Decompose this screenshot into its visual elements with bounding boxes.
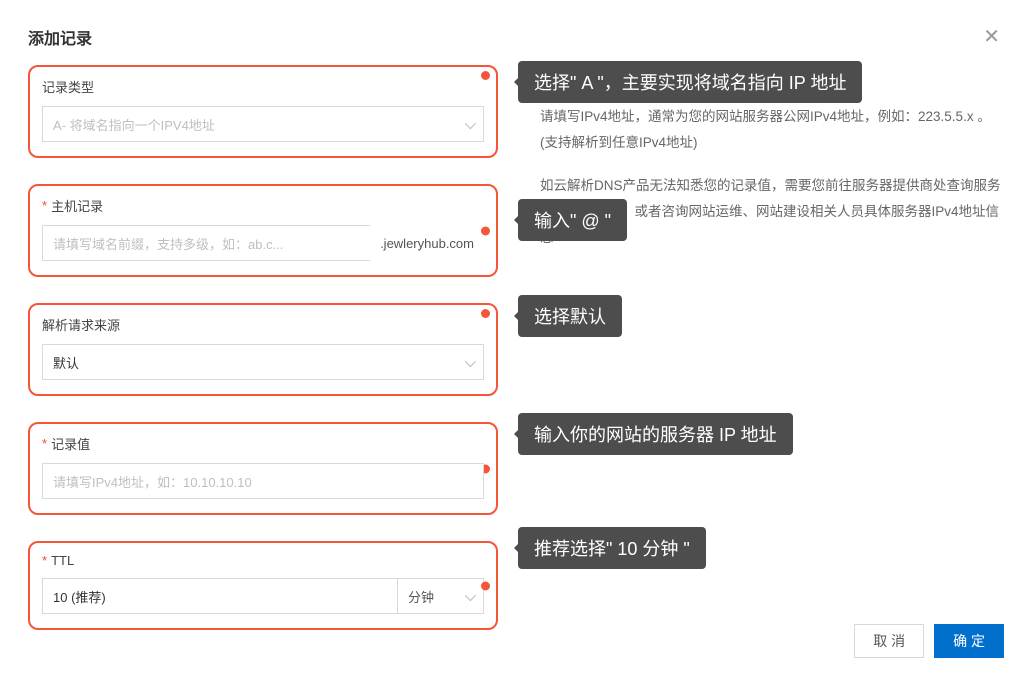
- add-record-dialog: 添加记录 ✕ 记录类型 A- 将域名指向一个IPV4地址 * 主: [0, 0, 1024, 674]
- required-asterisk: *: [42, 553, 47, 568]
- record-type-select[interactable]: A- 将域名指向一个IPV4地址: [42, 106, 484, 142]
- host-record-label: * 主机记录: [42, 196, 484, 215]
- label-text: TTL: [51, 553, 74, 568]
- dialog-header: 添加记录 ✕: [28, 24, 1004, 49]
- chevron-down-icon: [465, 589, 473, 604]
- highlight-dot-icon: [481, 581, 490, 590]
- input-placeholder: 请填写域名前缀，支持多级，如：ab.c...: [53, 234, 283, 253]
- confirm-button[interactable]: 确 定: [934, 624, 1004, 658]
- ttl-unit-value: 分钟: [408, 587, 434, 606]
- highlight-dot-icon: [481, 71, 490, 80]
- form-column: 记录类型 A- 将域名指向一个IPV4地址 * 主机记录 请填写域名前缀，支持多…: [28, 65, 498, 609]
- record-value-group: * 记录值 请填写IPv4地址，如：10.10.10.10: [28, 422, 498, 515]
- host-record-input-wrap: 请填写域名前缀，支持多级，如：ab.c... .jewleryhub.com: [42, 225, 484, 261]
- select-value: 默认: [53, 353, 79, 372]
- ttl-unit-select[interactable]: 分钟: [398, 578, 484, 614]
- record-value-label: * 记录值: [42, 434, 484, 453]
- record-type-label: 记录类型: [42, 77, 484, 96]
- highlight-dot-icon: [481, 226, 490, 235]
- label-text: 记录类型: [42, 77, 94, 96]
- label-text: 解析请求来源: [42, 315, 120, 334]
- tooltip-record-value: 输入你的网站的服务器 IP 地址: [518, 413, 793, 455]
- tooltip-host-record: 输入" @ ": [518, 199, 627, 241]
- request-source-label: 解析请求来源: [42, 315, 484, 334]
- ttl-input[interactable]: 10 (推荐): [42, 578, 398, 614]
- request-source-group: 解析请求来源 默认: [28, 303, 498, 396]
- cancel-button[interactable]: 取 消: [854, 624, 924, 658]
- domain-suffix: .jewleryhub.com: [370, 225, 484, 261]
- label-text: 记录值: [51, 434, 90, 453]
- tooltip-request-source: 选择默认: [518, 295, 622, 337]
- dialog-title: 添加记录: [28, 25, 92, 49]
- dialog-footer: 取 消 确 定: [854, 624, 1004, 658]
- required-asterisk: *: [42, 198, 47, 213]
- ttl-input-wrap: 10 (推荐) 分钟: [42, 578, 484, 614]
- highlight-dot-icon: [481, 309, 490, 318]
- host-record-group: * 主机记录 请填写域名前缀，支持多级，如：ab.c... .jewleryhu…: [28, 184, 498, 277]
- host-record-input[interactable]: 请填写域名前缀，支持多级，如：ab.c...: [42, 225, 370, 261]
- request-source-select[interactable]: 默认: [42, 344, 484, 380]
- input-placeholder: 请填写IPv4地址，如：10.10.10.10: [53, 472, 252, 491]
- label-text: 主机记录: [51, 196, 103, 215]
- select-value: A- 将域名指向一个IPV4地址: [53, 115, 215, 134]
- record-type-group: 记录类型 A- 将域名指向一个IPV4地址: [28, 65, 498, 158]
- required-asterisk: *: [42, 436, 47, 451]
- record-value-input[interactable]: 请填写IPv4地址，如：10.10.10.10: [42, 463, 484, 499]
- tooltip-ttl: 推荐选择" 10 分钟 ": [518, 527, 706, 569]
- ttl-value: 10 (推荐): [53, 587, 106, 606]
- ttl-label: * TTL: [42, 553, 484, 568]
- dialog-body: 记录类型 A- 将域名指向一个IPV4地址 * 主机记录 请填写域名前缀，支持多…: [28, 65, 1004, 609]
- chevron-down-icon: [465, 355, 473, 370]
- tooltip-record-type: 选择" A "，主要实现将域名指向 IP 地址: [518, 61, 862, 103]
- close-icon[interactable]: ✕: [979, 24, 1004, 49]
- help-panel-desc-1: 请填写IPv4地址，通常为您的网站服务器公网IPv4地址，例如：223.5.5.…: [540, 104, 1004, 155]
- chevron-down-icon: [465, 117, 473, 132]
- ttl-group: * TTL 10 (推荐) 分钟: [28, 541, 498, 630]
